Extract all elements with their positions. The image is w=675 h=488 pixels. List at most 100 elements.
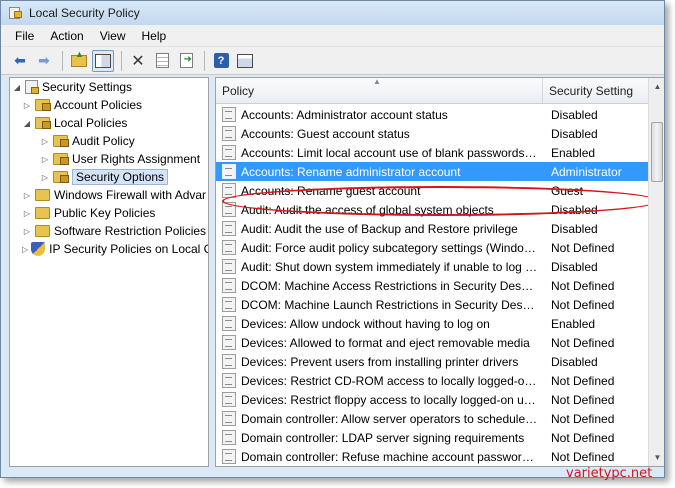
show-hide-action-pane-button[interactable] <box>234 50 256 72</box>
policy-icon <box>222 145 236 160</box>
table-row[interactable]: Devices: Restrict CD-ROM access to local… <box>216 371 649 390</box>
vertical-scrollbar[interactable]: ▲ ▼ <box>648 78 664 466</box>
table-row[interactable]: Audit: Shut down system immediately if u… <box>216 257 649 276</box>
tree-item-label: Audit Policy <box>72 134 135 148</box>
show-hide-console-tree-button[interactable] <box>92 49 114 72</box>
up-one-level-button[interactable] <box>68 49 90 72</box>
policy-name: Accounts: Guest account status <box>241 126 410 141</box>
export-list-button[interactable] <box>175 50 197 72</box>
policy-name: Audit: Shut down system immediately if u… <box>241 259 542 274</box>
folder-lock-icon <box>53 135 69 147</box>
table-row[interactable]: Accounts: Limit local account use of bla… <box>216 143 649 162</box>
menu-view[interactable]: View <box>92 27 134 45</box>
policy-name: Audit: Force audit policy subcategory se… <box>241 240 542 255</box>
table-row[interactable]: Accounts: Rename guest account Guest <box>216 181 649 200</box>
table-row[interactable]: Devices: Restrict floppy access to local… <box>216 390 649 409</box>
tree-item-security-settings[interactable]: ◢ Security Settings <box>10 78 208 96</box>
tree-item-label: Security Options <box>72 169 169 185</box>
scroll-up-icon[interactable]: ▲ <box>649 78 664 95</box>
tree-item-software-restriction-policies[interactable]: ▷ Software Restriction Policies <box>10 222 208 240</box>
menu-help[interactable]: Help <box>134 27 175 45</box>
forward-icon: ➡ <box>38 52 50 68</box>
security-setting-value: Not Defined <box>551 392 615 407</box>
properties-button[interactable] <box>151 50 173 72</box>
security-setting-value: Disabled <box>551 259 598 274</box>
security-setting-value: Disabled <box>551 202 598 217</box>
ip-security-shield-icon <box>31 242 46 256</box>
table-row[interactable]: Domain controller: Allow server operator… <box>216 409 649 428</box>
expand-icon[interactable]: ▷ <box>40 173 50 182</box>
collapse-icon[interactable]: ◢ <box>22 119 32 128</box>
table-row[interactable]: Devices: Allowed to format and eject rem… <box>216 333 649 352</box>
tree-item-public-key-policies[interactable]: ▷ Public Key Policies <box>10 204 208 222</box>
expand-icon[interactable]: ▷ <box>22 245 28 254</box>
column-header-label: Security Setting <box>549 83 634 98</box>
delete-button[interactable]: ✕ <box>127 50 149 72</box>
policy-list[interactable]: ▲ Policy Security Setting Accounts: Admi… <box>215 77 664 467</box>
collapse-icon[interactable]: ◢ <box>12 83 22 92</box>
local-security-policy-icon <box>9 7 23 19</box>
tree-item-label: Windows Firewall with Advar <box>54 188 207 202</box>
policy-icon <box>222 316 236 331</box>
policy-icon <box>222 126 236 141</box>
tree-item-account-policies[interactable]: ▷ Account Policies <box>10 96 208 114</box>
title-bar: Local Security Policy <box>1 1 664 25</box>
back-button[interactable]: ⬅ <box>9 50 31 72</box>
tree-item-label: Security Settings <box>42 80 133 94</box>
folder-icon <box>35 207 50 219</box>
mmc-panel-icon <box>237 53 253 68</box>
expand-icon[interactable]: ▷ <box>22 101 32 110</box>
back-icon: ⬅ <box>14 52 26 68</box>
menu-file[interactable]: File <box>7 27 42 45</box>
tree-item-windows-firewall[interactable]: ▷ Windows Firewall with Advar <box>10 186 208 204</box>
policy-name: Devices: Restrict floppy access to local… <box>241 392 543 407</box>
expand-icon[interactable]: ▷ <box>40 155 50 164</box>
column-header-policy[interactable]: ▲ Policy <box>216 78 543 103</box>
security-setting-value: Administrator <box>551 164 622 179</box>
table-row[interactable]: Devices: Prevent users from installing p… <box>216 352 649 371</box>
table-row[interactable]: Domain controller: LDAP server signing r… <box>216 428 649 447</box>
column-header-security-setting[interactable]: Security Setting <box>543 78 649 103</box>
toolbar-separator <box>121 50 122 71</box>
folder-lock-icon <box>53 153 69 165</box>
table-row-selected[interactable]: Accounts: Rename administrator account Ad… <box>216 162 649 181</box>
expand-icon[interactable]: ▷ <box>22 227 32 236</box>
policy-icon <box>222 335 236 350</box>
menu-action[interactable]: Action <box>42 27 91 45</box>
table-row[interactable]: DCOM: Machine Access Restrictions in Sec… <box>216 276 649 295</box>
table-row[interactable]: Accounts: Administrator account status Di… <box>216 105 649 124</box>
table-row[interactable]: Accounts: Guest account status Disabled <box>216 124 649 143</box>
table-row[interactable]: Domain controller: Refuse machine accoun… <box>216 447 649 466</box>
tree-item-local-policies[interactable]: ◢ Local Policies <box>10 114 208 132</box>
forward-button[interactable]: ➡ <box>33 50 55 72</box>
table-row[interactable]: Audit: Audit the access of global system… <box>216 200 649 219</box>
properties-icon <box>155 53 169 68</box>
table-row[interactable]: DCOM: Machine Launch Restrictions in Sec… <box>216 295 649 314</box>
policy-name: Audit: Audit the use of Backup and Resto… <box>241 221 518 236</box>
policy-icon <box>222 411 236 426</box>
sort-ascending-icon: ▲ <box>373 77 381 86</box>
table-row[interactable]: Audit: Audit the use of Backup and Resto… <box>216 219 649 238</box>
tree-item-audit-policy[interactable]: ▷ Audit Policy <box>10 132 208 150</box>
policy-icon <box>222 107 236 122</box>
security-setting-value: Not Defined <box>551 240 615 255</box>
policy-name: Accounts: Limit local account use of bla… <box>241 145 543 160</box>
scroll-down-icon[interactable]: ▼ <box>649 449 664 466</box>
table-row[interactable]: Audit: Force audit policy subcategory se… <box>216 238 649 257</box>
expand-icon[interactable]: ▷ <box>22 209 32 218</box>
help-button[interactable]: ? <box>210 50 232 72</box>
tree-item-user-rights-assignment[interactable]: ▷ User Rights Assignment <box>10 150 208 168</box>
tree-item-security-options[interactable]: ▷ Security Options <box>10 168 208 186</box>
up-folder-icon <box>71 49 87 67</box>
scrollbar-thumb[interactable] <box>651 122 663 182</box>
policy-icon <box>222 354 236 369</box>
expand-icon[interactable]: ▷ <box>40 137 50 146</box>
table-row[interactable]: Devices: Allow undock without having to … <box>216 314 649 333</box>
folder-icon <box>35 189 50 201</box>
security-setting-value: Not Defined <box>551 411 615 426</box>
security-setting-value: Disabled <box>551 221 598 236</box>
expand-icon[interactable]: ▷ <box>22 191 32 200</box>
tree-item-ip-security-policies[interactable]: ▷ IP Security Policies on Local C <box>10 240 208 258</box>
tree-item-label: IP Security Policies on Local C <box>49 242 209 256</box>
console-tree[interactable]: ◢ Security Settings ▷ Account Policies ◢… <box>9 77 209 467</box>
